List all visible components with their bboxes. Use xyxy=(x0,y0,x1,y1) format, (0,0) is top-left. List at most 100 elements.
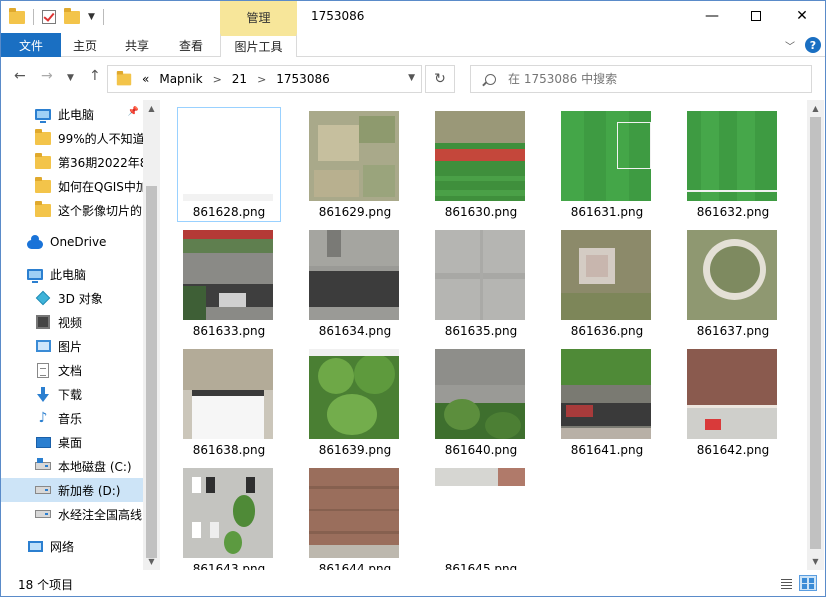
tab-view[interactable]: 查看 xyxy=(169,33,213,57)
chevron-down-icon[interactable]: ▼ xyxy=(408,73,415,83)
breadcrumb-current[interactable]: 1753086 xyxy=(276,72,329,86)
sidebar-item[interactable]: 此电脑 xyxy=(1,262,143,286)
file-tile[interactable]: 861633.png xyxy=(177,226,281,341)
image-thumbnail xyxy=(435,230,525,320)
file-tile[interactable]: 861631.png xyxy=(555,107,659,222)
sidebar-item[interactable]: 本地磁盘 (C:) xyxy=(1,454,143,478)
sidebar-item-label: 文档 xyxy=(58,363,83,378)
sidebar-item[interactable]: 水经注全国高线 xyxy=(1,502,143,526)
sidebar-item[interactable]: 此电脑 📌 xyxy=(1,102,143,126)
sidebar-item-label: 此电脑 xyxy=(50,267,87,282)
search-input[interactable] xyxy=(508,72,788,86)
up-arrow-icon[interactable]: ↑ xyxy=(89,68,101,84)
file-name: 861636.png xyxy=(570,324,644,338)
maximize-button[interactable] xyxy=(733,1,779,31)
content-scrollbar[interactable]: ▲ ▼ xyxy=(807,100,824,570)
scroll-up-icon[interactable]: ▲ xyxy=(807,100,824,117)
sidebar-scrollbar[interactable]: ▲ ▼ xyxy=(143,100,160,570)
breadcrumb-21[interactable]: 21 xyxy=(232,72,247,86)
breadcrumb-mapnik[interactable]: Mapnik xyxy=(159,72,202,86)
sidebar-item[interactable]: 网络 xyxy=(1,534,143,558)
sidebar-item[interactable]: 桌面 xyxy=(1,430,143,454)
drive-icon xyxy=(35,506,51,522)
image-thumbnail xyxy=(561,111,651,201)
help-icon[interactable]: ? xyxy=(805,37,821,53)
file-tile[interactable]: 861634.png xyxy=(303,226,407,341)
sidebar-item-label: 此电脑 xyxy=(58,107,95,122)
content-scroll-thumb[interactable] xyxy=(810,117,821,549)
forward-arrow-icon[interactable]: → xyxy=(41,68,53,84)
file-tile[interactable]: 861641.png xyxy=(555,345,659,460)
file-tile[interactable]: 861639.png xyxy=(303,345,407,460)
close-button[interactable]: ✕ xyxy=(779,1,825,31)
sidebar-item[interactable]: 3D 对象 xyxy=(1,286,143,310)
file-tile[interactable]: 861630.png xyxy=(429,107,533,222)
image-thumbnail xyxy=(309,349,399,439)
file-tile[interactable]: 861628.png xyxy=(177,107,281,222)
image-thumbnail xyxy=(435,468,525,558)
sidebar-item[interactable]: 下载 xyxy=(1,382,143,406)
recent-locations-icon[interactable]: ▼ xyxy=(67,73,74,83)
chevron-right-icon[interactable]: > xyxy=(213,73,222,86)
sidebar-item-label: 如何在QGIS中加 xyxy=(58,179,143,194)
scroll-down-icon[interactable]: ▼ xyxy=(807,553,824,570)
customize-toolbar-icon[interactable]: ▼ xyxy=(88,12,95,22)
tab-home[interactable]: 主页 xyxy=(63,33,107,57)
manage-tab[interactable]: 管理 xyxy=(220,1,297,33)
file-tile[interactable]: 861643.png xyxy=(177,464,281,570)
ribbon-tabs: 文件 主页 共享 查看 图片工具 ﹀ ? xyxy=(1,33,825,57)
file-tile[interactable]: 861640.png xyxy=(429,345,533,460)
minimize-button[interactable]: — xyxy=(689,1,735,31)
file-tile[interactable]: 861638.png xyxy=(177,345,281,460)
folder-icon xyxy=(35,176,51,194)
sidebar-item-label: 视频 xyxy=(58,315,83,330)
sidebar-item-label: 3D 对象 xyxy=(58,291,103,306)
sidebar-item[interactable]: 如何在QGIS中加 xyxy=(1,174,143,198)
properties-icon[interactable] xyxy=(42,10,56,24)
scroll-up-icon[interactable]: ▲ xyxy=(143,100,160,117)
sidebar-item[interactable]: ♪ 音乐 xyxy=(1,406,143,430)
sidebar-item[interactable]: 新加卷 (D:) xyxy=(1,478,143,502)
details-view-button[interactable] xyxy=(777,575,795,591)
sidebar-item[interactable]: 这个影像切片的 xyxy=(1,198,143,222)
sidebar-item[interactable]: 视频 xyxy=(1,310,143,334)
folder-icon[interactable] xyxy=(9,7,25,24)
file-tile[interactable]: 861635.png xyxy=(429,226,533,341)
file-tile[interactable]: 861629.png xyxy=(303,107,407,222)
network-icon xyxy=(27,538,43,554)
breadcrumb-overflow[interactable]: « xyxy=(142,72,149,86)
file-tile[interactable]: 861644.png xyxy=(303,464,407,570)
file-tile[interactable]: 861636.png xyxy=(555,226,659,341)
file-tile[interactable]: 861632.png xyxy=(681,107,785,222)
chevron-right-icon[interactable]: > xyxy=(257,73,266,86)
file-tile[interactable]: 861642.png xyxy=(681,345,785,460)
refresh-button[interactable]: ↻ xyxy=(425,65,455,93)
file-name: 861637.png xyxy=(696,324,770,338)
address-bar[interactable]: « Mapnik > 21 > 1753086 ▼ xyxy=(107,65,422,93)
large-icons-view-button[interactable] xyxy=(799,575,817,591)
tab-file[interactable]: 文件 xyxy=(1,33,61,57)
sidebar-item[interactable]: 第36期2022年8 xyxy=(1,150,143,174)
sidebar-item[interactable]: 99%的人不知道 xyxy=(1,126,143,150)
navigation-pane: 此电脑 📌 99%的人不知道 第36期2022年8 如何在QGIS中加这个影像切片的 On… xyxy=(1,100,143,570)
tab-share[interactable]: 共享 xyxy=(115,33,159,57)
sidebar-item-label: OneDrive xyxy=(50,235,107,249)
quick-access-toolbar: ▼ xyxy=(9,7,104,27)
file-tile[interactable]: 861637.png xyxy=(681,226,785,341)
folder-icon xyxy=(116,70,132,85)
back-arrow-icon[interactable]: ← xyxy=(14,68,26,84)
expand-ribbon-icon[interactable]: ﹀ xyxy=(785,38,795,53)
image-thumbnail xyxy=(183,230,273,320)
document-icon xyxy=(35,362,51,378)
file-name: 861629.png xyxy=(318,205,392,219)
new-folder-icon[interactable] xyxy=(64,7,80,24)
tab-picture-tools[interactable]: 图片工具 xyxy=(220,33,297,57)
sidebar-scroll-thumb[interactable] xyxy=(146,186,157,558)
sidebar-item[interactable]: 文档 xyxy=(1,358,143,382)
sidebar-item[interactable]: 图片 xyxy=(1,334,143,358)
file-tile[interactable]: 861645.png xyxy=(429,464,533,570)
image-thumbnail xyxy=(687,111,777,201)
file-name: 861638.png xyxy=(192,443,266,457)
scroll-down-icon[interactable]: ▼ xyxy=(143,553,160,570)
sidebar-item[interactable]: OneDrive xyxy=(1,230,143,254)
